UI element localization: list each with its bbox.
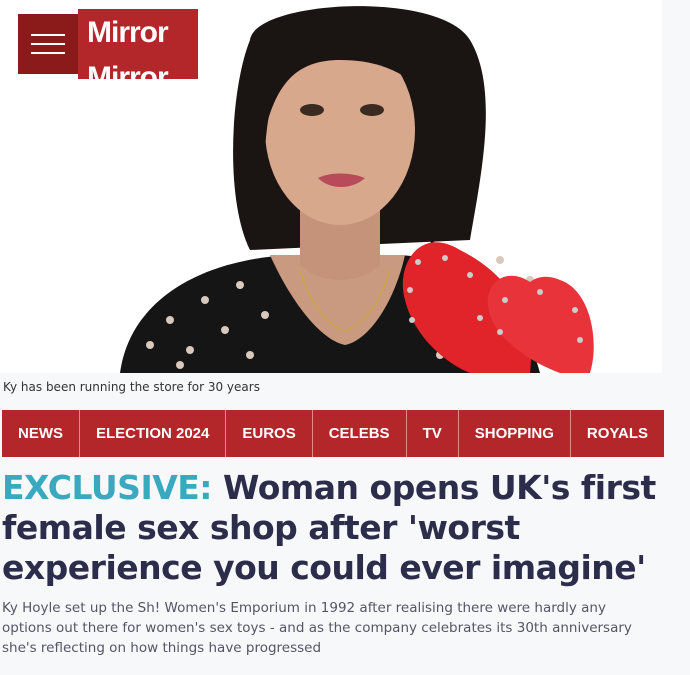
logo-text: Mirror: [87, 16, 169, 49]
nav-item-tv[interactable]: TV: [407, 410, 459, 457]
hamburger-icon: [31, 34, 65, 36]
section-nav: NEWS ELECTION 2024 EUROS CELEBS TV SHOPP…: [2, 410, 665, 457]
nav-item-celebs[interactable]: CELEBS: [313, 410, 407, 457]
nav-item-news[interactable]: NEWS: [2, 410, 80, 457]
headline-kicker: EXCLUSIVE:: [2, 468, 213, 507]
image-caption: Ky has been running the store for 30 yea…: [3, 380, 260, 394]
article-headline: EXCLUSIVE: Woman opens UK's first female…: [2, 468, 662, 588]
hamburger-icon-line: [31, 43, 65, 45]
hamburger-icon-line: [31, 52, 65, 54]
site-logo[interactable]: Mirror Mirror: [78, 9, 198, 79]
nav-item-shopping[interactable]: SHOPPING: [459, 410, 571, 457]
nav-item-election[interactable]: ELECTION 2024: [80, 410, 227, 457]
article-standfirst: Ky Hoyle set up the Sh! Women's Emporium…: [2, 600, 632, 656]
logo-text-echo: Mirror: [87, 61, 169, 80]
menu-button[interactable]: [18, 14, 78, 74]
nav-item-royals[interactable]: ROYALS: [571, 410, 664, 457]
nav-item-euros[interactable]: EUROS: [226, 410, 313, 457]
